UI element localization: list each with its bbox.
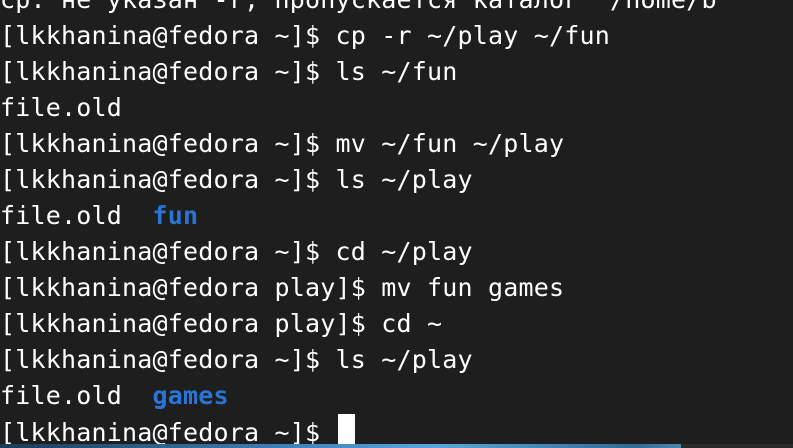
line-text: [lkkhanina@fedora ~]$ mv ~/fun ~/play — [0, 129, 565, 158]
desktop-background-strip — [0, 444, 793, 448]
terminal-line: [lkkhanina@fedora ~]$ mv ~/fun ~/play — [0, 126, 717, 162]
terminal-line: [lkkhanina@fedora play]$ mv fun games — [0, 270, 717, 306]
line-text: [lkkhanina@fedora ~]$ cp -r ~/play ~/fun — [0, 21, 611, 50]
line-text: cp: не указан -r; пропускается каталог '… — [0, 0, 717, 14]
line-text: file.old — [0, 381, 153, 410]
line-text: [lkkhanina@fedora play]$ mv fun games — [0, 273, 565, 302]
directory-name: games — [152, 381, 229, 410]
line-text: file.old — [0, 93, 123, 122]
line-text: file.old — [0, 201, 153, 230]
terminal-prompt-line[interactable]: [lkkhanina@fedora ~]$ — [0, 414, 717, 448]
terminal-line: file.old — [0, 90, 717, 126]
terminal-line: file.old fun — [0, 198, 717, 234]
line-text: [lkkhanina@fedora ~]$ cd ~/play — [0, 237, 473, 266]
text-cursor[interactable] — [337, 414, 355, 448]
terminal-line: [lkkhanina@fedora play]$ cd ~ — [0, 306, 717, 342]
terminal-line: [lkkhanina@fedora ~]$ ls ~/play — [0, 342, 717, 378]
terminal-line: file.old games — [0, 378, 717, 414]
line-text: [lkkhanina@fedora ~]$ ls ~/play — [0, 345, 473, 374]
directory-name: fun — [152, 201, 199, 230]
line-text: [lkkhanina@fedora play]$ cd ~ — [0, 309, 443, 338]
terminal-line: [lkkhanina@fedora ~]$ ls ~/fun — [0, 54, 717, 90]
panel-edge — [681, 444, 793, 448]
terminal-line: [lkkhanina@fedora ~]$ ls ~/play — [0, 162, 717, 198]
terminal-window[interactable]: cp: не указан -r; пропускается каталог '… — [0, 0, 793, 448]
line-text: [lkkhanina@fedora ~]$ ls ~/fun — [0, 57, 458, 86]
terminal-line: [lkkhanina@fedora ~]$ cd ~/play — [0, 234, 717, 270]
terminal-line: [lkkhanina@fedora ~]$ cp -r ~/play ~/fun — [0, 18, 717, 54]
terminal-output: cp: не указан -r; пропускается каталог '… — [0, 0, 717, 448]
prompt-text: [lkkhanina@fedora ~]$ — [0, 418, 336, 447]
terminal-line: cp: не указан -r; пропускается каталог '… — [0, 0, 717, 18]
line-text: [lkkhanina@fedora ~]$ ls ~/play — [0, 165, 473, 194]
